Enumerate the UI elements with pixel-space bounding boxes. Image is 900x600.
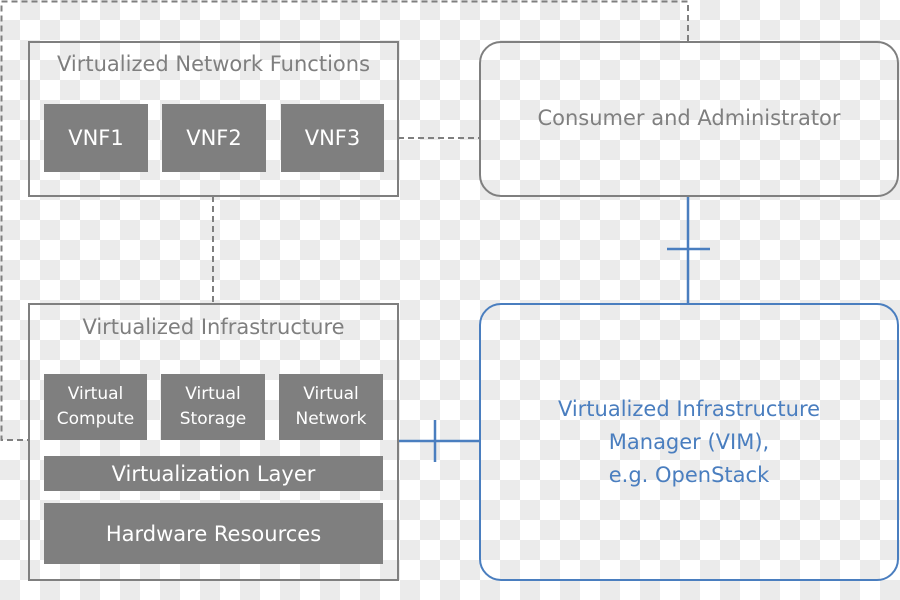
virtual-compute-line1: Virtual (67, 384, 124, 405)
virtual-storage-line1: Virtual (185, 384, 241, 405)
virtual-storage-line2: Storage (179, 409, 247, 429)
consumer-box: Consumer and Administrator (479, 41, 899, 197)
vim-line1: Virtualized Infrastructure (557, 396, 821, 421)
hardware-resources-box: Hardware Resources (44, 503, 383, 564)
vnf-group-title: Virtualized Network Functions (56, 52, 371, 76)
virtual-compute-line2: Compute (56, 409, 135, 429)
infrastructure-title: Virtualized Infrastructure (82, 315, 345, 339)
vim-line3: e.g. OpenStack (608, 462, 770, 487)
vnf3-box: VNF3 (281, 104, 384, 172)
virtual-network-box: Virtual Network (279, 374, 383, 440)
vnf1-box: VNF1 (44, 104, 148, 172)
vim-line2: Manager (VIM), (608, 429, 770, 454)
virtual-compute-box: Virtual Compute (44, 374, 147, 440)
vnf2-box: VNF2 (162, 104, 266, 172)
virtual-network-line1: Virtual (303, 384, 359, 405)
virtual-storage-box: Virtual Storage (161, 374, 265, 440)
vim-box: Virtualized Infrastructure Manager (VIM)… (479, 303, 899, 581)
virtual-network-line2: Network (295, 409, 367, 429)
virtualization-layer-box: Virtualization Layer (44, 456, 383, 491)
consumer-label: Consumer and Administrator (537, 105, 841, 130)
